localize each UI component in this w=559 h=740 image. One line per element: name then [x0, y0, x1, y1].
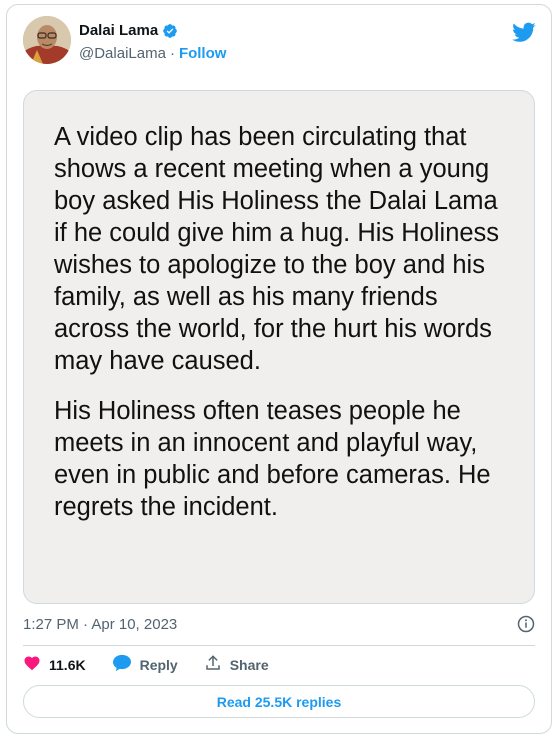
- avatar[interactable]: [23, 16, 71, 64]
- info-icon[interactable]: [517, 615, 535, 633]
- share-label: Share: [229, 656, 269, 673]
- author-name-row: Dalai Lama: [79, 22, 178, 39]
- separator-dot: ·: [169, 45, 175, 62]
- heart-icon: [23, 654, 41, 675]
- like-count: 11.6K: [49, 656, 86, 673]
- follow-button[interactable]: Follow: [179, 45, 227, 62]
- reply-button[interactable]: Reply: [112, 654, 178, 675]
- share-icon: [204, 654, 222, 675]
- divider: [23, 645, 535, 646]
- reply-bubble-icon: [112, 654, 132, 675]
- author-handle[interactable]: @DalaiLama: [79, 45, 166, 62]
- reply-label: Reply: [139, 656, 178, 673]
- like-button[interactable]: 11.6K: [23, 654, 86, 675]
- tweet-actions: 11.6K Reply Share: [23, 654, 269, 675]
- read-replies-button[interactable]: Read 25.5K replies: [23, 685, 535, 718]
- tweet-card: Dalai Lama @DalaiLama · Follow A video c…: [6, 4, 552, 734]
- statement-paragraph-1: A video clip has been circulating that s…: [54, 123, 500, 375]
- statement-paragraph-2: His Holiness often teases people he meet…: [54, 397, 491, 521]
- twitter-bird-icon[interactable]: [512, 20, 536, 44]
- author-name[interactable]: Dalai Lama: [79, 22, 158, 39]
- verified-badge-icon: [162, 23, 178, 39]
- share-button[interactable]: Share: [204, 654, 269, 675]
- tweet-timestamp[interactable]: 1:27 PM · Apr 10, 2023: [23, 616, 177, 633]
- tweet-image-text[interactable]: A video clip has been circulating that s…: [23, 90, 535, 604]
- author-handle-row: @DalaiLama · Follow: [79, 45, 226, 62]
